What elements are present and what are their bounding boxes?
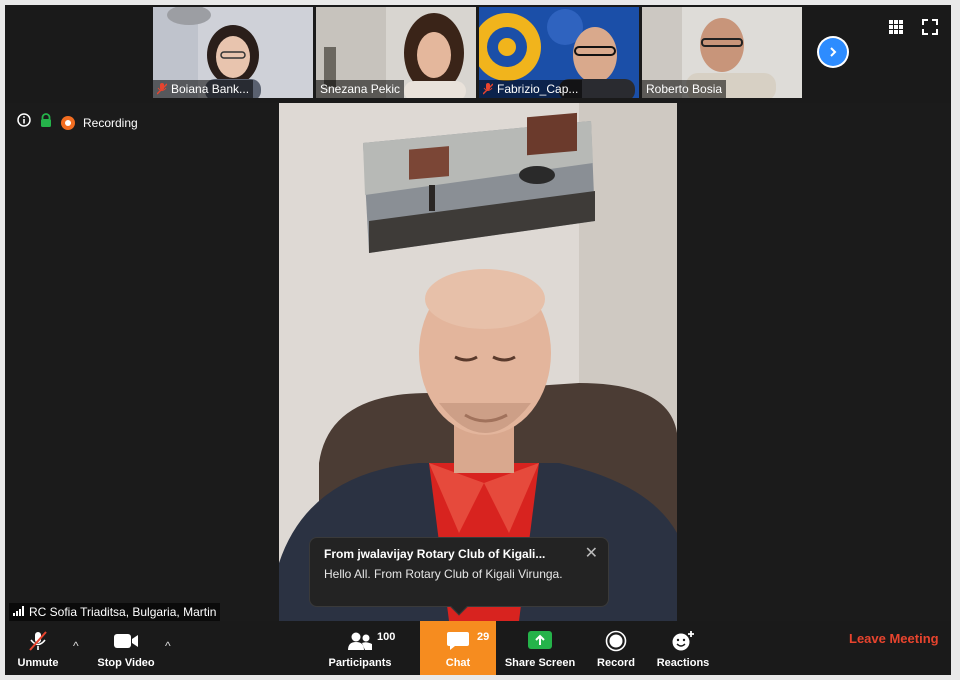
fullscreen-icon[interactable] [922, 19, 938, 35]
recording-icon [61, 115, 75, 130]
record-label: Record [597, 657, 635, 669]
unmute-label: Unmute [17, 657, 59, 669]
share-screen-label: Share Screen [504, 657, 576, 669]
close-icon[interactable]: ✕ [585, 546, 598, 562]
chat-count: 29 [477, 631, 490, 643]
participants-label: Participants [328, 657, 392, 669]
info-icon[interactable] [17, 113, 31, 132]
mic-muted-icon [24, 629, 52, 653]
participant-name: Fabrizio_Cap... [497, 82, 579, 96]
video-options-caret[interactable]: ^ [165, 639, 179, 653]
record-icon [602, 629, 630, 653]
participant-name-label: Fabrizio_Cap... [479, 80, 583, 98]
chat-notification-message: Hello All. From Rotary Club of Kigali Vi… [324, 567, 563, 581]
lock-icon[interactable] [39, 113, 53, 132]
participant-name-label: Boiana Bank... [153, 80, 254, 98]
share-screen-button[interactable]: Share Screen [505, 621, 575, 675]
zoom-window: Boiana Bank... Snezana Pekic Fabrizio_Ca… [5, 5, 951, 675]
share-screen-icon [526, 629, 554, 653]
chat-bubble-icon [444, 629, 472, 653]
chat-label: Chat [445, 657, 471, 669]
participant-thumbnail-strip: Boiana Bank... Snezana Pekic Fabrizio_Ca… [5, 5, 951, 103]
next-page-button[interactable] [817, 36, 849, 68]
participant-thumbnail[interactable]: Roberto Bosia [642, 7, 802, 98]
participant-thumbnail[interactable]: Fabrizio_Cap... [479, 7, 639, 98]
active-speaker-name: RC Sofia Triaditsa, Bulgaria, Martin [29, 605, 217, 619]
audio-options-caret[interactable]: ^ [73, 639, 87, 653]
participants-count: 100 [377, 631, 396, 643]
reactions-button[interactable]: Reactions [655, 621, 711, 675]
participant-name: Snezana Pekic [320, 82, 401, 96]
participant-name: Roberto Bosia [646, 82, 723, 96]
participant-name: Boiana Bank... [171, 82, 250, 96]
stop-video-label: Stop Video [97, 657, 155, 669]
mic-muted-icon [483, 83, 493, 95]
stop-video-button[interactable]: Stop Video [93, 621, 159, 675]
participant-thumbnail[interactable]: Snezana Pekic [316, 7, 476, 98]
meeting-toolbar: Unmute ^ Stop Video ^ Participants 100 C… [5, 621, 951, 675]
participant-name-label: Snezana Pekic [316, 80, 405, 98]
record-button[interactable]: Record [593, 621, 639, 675]
signal-strength-icon [13, 603, 25, 621]
meeting-info-bar: Recording [17, 113, 138, 132]
chat-notification[interactable]: From jwalavijay Rotary Club of Kigali...… [309, 537, 609, 616]
video-camera-icon [112, 629, 140, 653]
chat-button[interactable]: Chat [420, 621, 496, 675]
participant-name-label: Roberto Bosia [642, 80, 727, 98]
unmute-button[interactable]: Unmute [13, 621, 63, 675]
mic-muted-icon [157, 83, 167, 95]
recording-label: Recording [83, 115, 138, 130]
grid-icon[interactable] [888, 19, 904, 35]
active-speaker-label: RC Sofia Triaditsa, Bulgaria, Martin [9, 603, 221, 621]
participant-thumbnail[interactable]: Boiana Bank... [153, 7, 313, 98]
leave-meeting-button[interactable]: Leave Meeting [849, 631, 939, 646]
reactions-label: Reactions [656, 657, 710, 669]
smiley-add-icon [669, 629, 697, 653]
participants-icon [346, 629, 374, 653]
chat-notification-title: From jwalavijay Rotary Club of Kigali... [324, 547, 546, 561]
chevron-right-icon [819, 38, 847, 66]
participants-button[interactable]: Participants [327, 621, 393, 675]
